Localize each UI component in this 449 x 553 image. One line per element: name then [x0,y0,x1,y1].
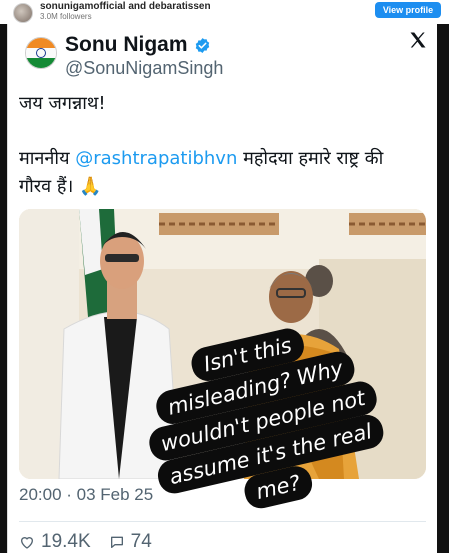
tweet-handle[interactable]: @SonuNigamSingh [65,58,223,79]
tweet-body-prefix: माननीय [19,148,76,169]
speech-bubble-icon[interactable] [109,534,125,550]
view-profile-button[interactable]: View profile [375,2,441,18]
verified-badge-icon [195,37,209,53]
instagram-header: sonunigamofficial and debaratissen 3.0M … [0,0,449,25]
tweet-timestamp[interactable]: 20:00 · 03 Feb 25 [19,485,153,505]
tweet-text-line1: जय जगन्नाथ! [19,93,106,114]
avatar[interactable] [13,3,33,23]
tweet-stats: 19.4K 74 [19,531,152,553]
tweet-profile-picture[interactable] [25,37,57,69]
follower-count: 3.0M followers [40,12,92,21]
x-logo-icon[interactable] [408,30,428,56]
x-logo-icon-glyph [410,32,426,48]
mention-link[interactable]: @rashtrapatibhvn [75,148,237,169]
like-count: 19.4K [41,531,91,552]
reply-count: 74 [130,531,152,552]
divider [19,521,426,522]
tweet-text-body: माननीय @rashtrapatibhvn महोदया हमारे राष… [19,145,419,201]
instagram-username[interactable]: sonunigamofficial and debaratissen [40,1,211,12]
tweet-card: Sonu Nigam @SonuNigamSingh जय जगन्नाथ! म… [7,24,437,553]
heart-icon[interactable] [19,534,35,550]
display-name-text[interactable]: Sonu Nigam [65,33,188,57]
tweet-display-name[interactable]: Sonu Nigam [65,33,211,57]
